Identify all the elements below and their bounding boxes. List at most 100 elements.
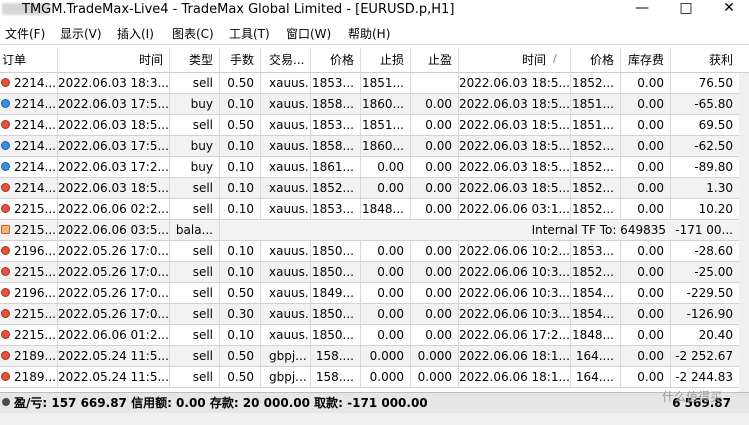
table-row[interactable]: 2196...2022.05.26 17:0...sell0.10xauus..… [0,241,749,262]
cell-swap: 0.00 [621,367,671,387]
column-open-price[interactable]: 价格 [311,48,361,72]
cell-close-time: 2022.06.03 18:5... [459,157,571,177]
table-row[interactable]: 2215...2022.05.26 17:0...sell0.10xauus..… [0,262,749,283]
menu-window[interactable]: 窗口(W) [286,25,331,42]
cell-open-time: 2022.06.06 03:5... [58,220,170,240]
table-row[interactable]: 2215...2022.06.06 01:2...sell0.10xauus..… [0,325,749,346]
account-summary: 盈/亏: 157 669.87 信用额: 0.00 存款: 20 000.00 … [14,396,428,410]
cell-swap: 0.00 [621,73,671,93]
cell-lots: 0.10 [220,136,261,156]
cell-type: sell [170,325,220,345]
table-row[interactable]: 2214...2022.06.03 17:2...buy0.10xauus...… [0,157,749,178]
cell-type: sell [170,262,220,282]
cell-lots: 0.50 [220,346,261,366]
cell-open-time: 2022.06.03 18:5... [58,178,170,198]
cell-profit: 69.50 [698,118,733,132]
cell-symbol: xauus... [261,283,311,303]
table-row[interactable]: 2215...2022.06.06 02:2...sell0.10xauus..… [0,199,749,220]
cell-open-price: 1858... [311,136,361,156]
table-row[interactable]: 2214...2022.06.03 17:5...buy0.10xauus...… [0,136,749,157]
cell-swap: 0.00 [621,136,671,156]
cell-symbol: xauus... [261,136,311,156]
cell-profit: -89.80 [694,160,733,174]
minimize-button[interactable]: — [622,0,662,19]
column-close-price[interactable]: 价格 [571,48,621,72]
cell-order: 2215... [0,304,58,324]
cell-close-price: 1848... [571,325,621,345]
table-row[interactable]: 2214...2022.06.03 18:5...sell0.50xauus..… [0,115,749,136]
table-row[interactable]: 2214...2022.06.03 18:3...sell0.50xauus..… [0,73,749,94]
column-take-profit[interactable]: 止盈 [411,48,459,72]
cell-stop-loss: 0.00 [361,241,411,261]
cell-take-profit: 0.000 [411,367,459,387]
table-row[interactable]: 2215... 2022.06.06 03:5... bala... -171 00.… [0,220,749,241]
maximize-button[interactable]: □ [666,0,706,19]
cell-profit: -25.00 [694,265,733,279]
vertical-scrollbar[interactable] [739,73,749,392]
cell-symbol: xauus... [261,94,311,114]
horizontal-scrollbar[interactable] [0,413,749,425]
table-row[interactable]: 2214...2022.06.03 17:5...buy0.10xauus...… [0,94,749,115]
cell-type: sell [170,199,220,219]
cell-open-price: 1850... [311,304,361,324]
cell-close-price: 1851... [571,94,621,114]
cell-lots: 0.50 [220,283,261,303]
cell-take-profit: 0.00 [411,283,459,303]
cell-open-price: 1850... [311,241,361,261]
cell-open-time: 2022.06.03 17:5... [58,136,170,156]
cell-profit: -28.60 [694,244,733,258]
close-button[interactable]: ✕ [709,0,749,19]
menu-charts[interactable]: 图表(C) [172,25,214,42]
cell-symbol: xauus... [261,178,311,198]
cell-symbol: xauus... [261,115,311,135]
column-lots[interactable]: 手数 [220,48,261,72]
menu-file[interactable]: 文件(F) [5,25,45,42]
cell-order: 2189... [0,346,58,366]
cell-close-time: 2022.06.06 10:3... [459,262,571,282]
cell-open-time: 2022.05.26 17:0... [58,241,170,261]
table-row[interactable]: 2196...2022.05.26 17:0...sell0.50xauus..… [0,283,749,304]
menu-view[interactable]: 显示(V) [60,25,102,42]
table-row[interactable]: 2214...2022.06.03 18:5...sell0.10xauus..… [0,178,749,199]
cell-open-time: 2022.05.24 11:5... [58,367,170,387]
cell-take-profit: 0.00 [411,241,459,261]
cell-type: sell [170,346,220,366]
cell-open-time: 2022.06.03 17:5... [58,94,170,114]
column-profit[interactable]: 获利 [671,48,739,72]
sort-indicator: / [553,52,557,65]
cell-open-price: 1853... [311,73,361,93]
cell-symbol: gbpj... [261,346,311,366]
column-order[interactable]: 订单 [0,48,58,72]
column-symbol[interactable]: 交易... [261,48,311,72]
cell-take-profit: 0.00 [411,262,459,282]
balance-comment: Internal TF To: 649835 [531,223,666,237]
column-open-time[interactable]: 时间 [58,48,170,72]
cell-lots: 0.10 [220,94,261,114]
table-row[interactable]: 2189... 2022.05.24 11:5... sell 0.50 gbpj...… [0,346,749,367]
cell-order: 2214... [0,136,58,156]
cell-profit: 76.50 [698,76,733,90]
cell-stop-loss: 0.00 [361,262,411,282]
cell-symbol: gbpj... [261,367,311,387]
cell-close-price: 1853... [571,241,621,261]
cell-open-time: 2022.06.06 02:2... [58,199,170,219]
cell-open-time: 2022.06.03 18:5... [58,115,170,135]
table-row[interactable]: 2215...2022.05.26 17:0...sell0.30xauus..… [0,304,749,325]
table-row[interactable]: 2189... 2022.05.24 11:5... sell 0.50 gbpj...… [0,367,749,388]
menu-insert[interactable]: 插入(I) [117,25,154,42]
cell-swap: 0.00 [621,199,671,219]
cell-stop-loss: 1860... [361,136,411,156]
cell-close-time: 2022.06.06 10:3... [459,283,571,303]
menu-tools[interactable]: 工具(T) [229,25,270,42]
cell-take-profit: 0.00 [411,178,459,198]
cell-order: 2189... [0,367,58,387]
cell-type: sell [170,241,220,261]
column-stop-loss[interactable]: 止损 [361,48,411,72]
column-type[interactable]: 类型 [170,48,220,72]
column-swap[interactable]: 库存费 [621,48,671,72]
cell-profit: -65.80 [694,97,733,111]
cell-swap: 0.00 [621,115,671,135]
cell-profit: 10.20 [698,202,733,216]
menu-help[interactable]: 帮助(H) [348,25,390,42]
window-title: TMGM.TradeMax-Live4 - TradeMax Global Li… [22,2,455,17]
